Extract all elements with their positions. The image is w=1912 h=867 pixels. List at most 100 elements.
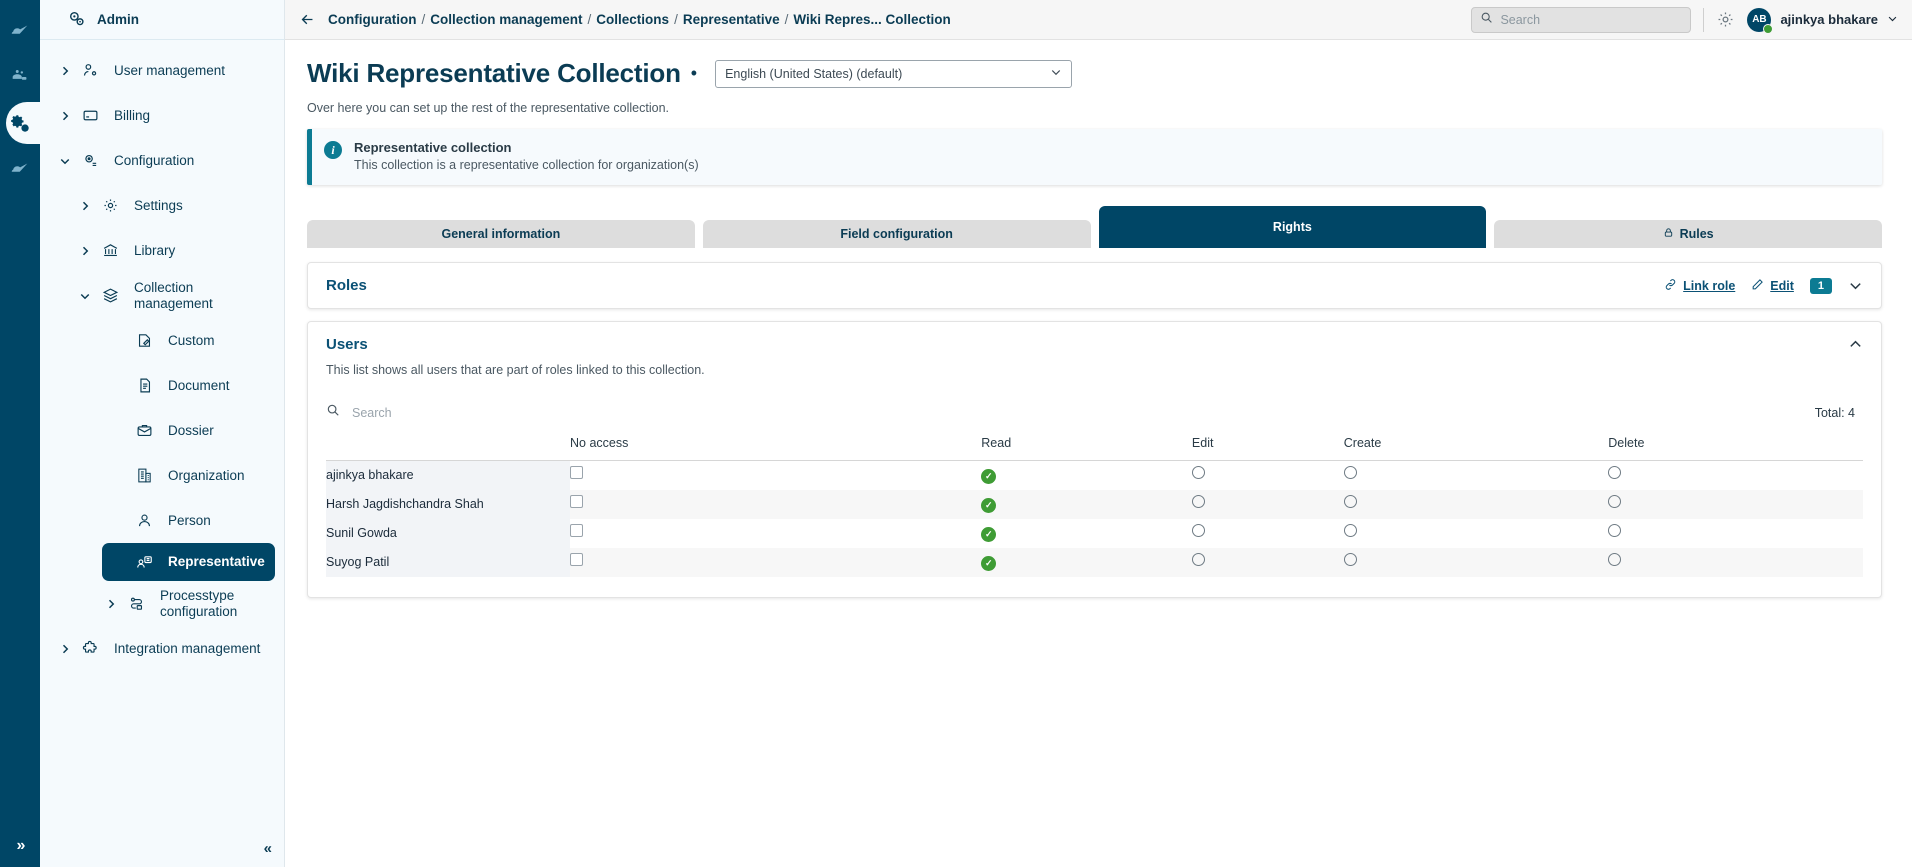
- edit-cell[interactable]: [1191, 461, 1344, 490]
- chevron-right-icon[interactable]: [100, 598, 122, 610]
- info-banner-text: This collection is a representative coll…: [354, 158, 699, 172]
- sidebar-item-custom[interactable]: Custom: [40, 318, 284, 363]
- no-access-cell[interactable]: [570, 519, 981, 548]
- rail-item-cloud[interactable]: [0, 8, 40, 54]
- roles-collapse-toggle[interactable]: [1848, 278, 1863, 293]
- delete-radio[interactable]: [1608, 466, 1622, 480]
- edit-radio[interactable]: [1191, 553, 1205, 566]
- global-search[interactable]: [1471, 6, 1692, 33]
- sidebar-item-organization[interactable]: Organization: [40, 453, 284, 498]
- tab-general-information[interactable]: General information: [307, 220, 695, 248]
- sidebar-item-document[interactable]: Document: [40, 363, 284, 408]
- no-access-checkbox[interactable]: [570, 553, 583, 566]
- chevron-down-icon[interactable]: [1050, 66, 1062, 81]
- sidebar-item-user-management[interactable]: User management: [40, 48, 284, 93]
- delete-radio[interactable]: [1608, 553, 1622, 566]
- edit-radio[interactable]: [1191, 495, 1205, 508]
- puzzle-icon: [76, 640, 104, 657]
- no-access-checkbox[interactable]: [570, 495, 583, 508]
- edit-radio[interactable]: [1191, 466, 1205, 480]
- breadcrumb-item-representative[interactable]: Representative: [683, 12, 780, 27]
- read-radio-selected[interactable]: ✓: [981, 556, 997, 571]
- chevron-right-icon[interactable]: [54, 110, 76, 122]
- delete-radio[interactable]: [1608, 524, 1622, 537]
- breadcrumb-item-collections[interactable]: Collections: [596, 12, 669, 27]
- create-cell[interactable]: [1343, 519, 1609, 548]
- rail-item-admin[interactable]: [0, 100, 41, 146]
- tab-field-configuration[interactable]: Field configuration: [702, 220, 1091, 248]
- sidebar-item-representative[interactable]: Representative: [102, 543, 275, 581]
- users-search-input[interactable]: [352, 405, 652, 420]
- read-cell[interactable]: ✓: [981, 461, 1192, 490]
- edit-cell[interactable]: [1191, 548, 1344, 577]
- create-radio[interactable]: [1343, 466, 1357, 480]
- tab-rules[interactable]: Rules: [1494, 220, 1882, 248]
- create-cell[interactable]: [1343, 490, 1609, 519]
- breadcrumb-separator: /: [587, 12, 592, 27]
- sidebar-item-integration-management[interactable]: Integration management: [40, 626, 284, 671]
- users-card-body: This list shows all users that are part …: [308, 363, 1881, 597]
- sidebar-item-dossier[interactable]: Dossier: [40, 408, 284, 453]
- back-arrow-icon[interactable]: [299, 11, 316, 28]
- gear-icon[interactable]: [1716, 10, 1735, 29]
- sidebar-item-label: Organization: [168, 467, 245, 483]
- read-cell[interactable]: ✓: [981, 548, 1192, 577]
- chevron-down-icon[interactable]: [1887, 13, 1898, 27]
- edit-roles-button[interactable]: Edit: [1751, 278, 1794, 294]
- create-radio[interactable]: [1343, 495, 1357, 508]
- edit-cell[interactable]: [1191, 519, 1344, 548]
- person-icon: [130, 512, 158, 529]
- rail-item-users[interactable]: [0, 54, 40, 100]
- no-access-checkbox[interactable]: [570, 466, 583, 480]
- breadcrumb-item-configuration[interactable]: Configuration: [328, 12, 416, 27]
- chevron-right-icon[interactable]: [54, 643, 76, 655]
- chevron-down-icon[interactable]: [74, 290, 96, 302]
- chevron-right-icon[interactable]: [54, 65, 76, 77]
- create-radio[interactable]: [1343, 553, 1357, 566]
- delete-cell[interactable]: [1608, 548, 1863, 577]
- link-role-button[interactable]: Link role: [1664, 278, 1735, 294]
- users-permission-table: No access Read Edit Create Delete ajinky…: [326, 436, 1863, 577]
- sidebar-item-processtype-configuration[interactable]: Processtype configuration: [40, 581, 284, 626]
- create-radio[interactable]: [1343, 524, 1357, 537]
- edit-cell[interactable]: [1191, 490, 1344, 519]
- chevron-right-icon[interactable]: [74, 200, 96, 212]
- no-access-cell[interactable]: [570, 490, 981, 519]
- sidebar-item-collection-management[interactable]: Collection management: [40, 273, 284, 318]
- delete-cell[interactable]: [1608, 461, 1863, 490]
- create-cell[interactable]: [1343, 548, 1609, 577]
- breadcrumb-item-collection-management[interactable]: Collection management: [430, 12, 582, 27]
- search-input[interactable]: [1500, 12, 1683, 27]
- sidebar-item-configuration[interactable]: Configuration: [40, 138, 284, 183]
- read-radio-selected[interactable]: ✓: [981, 498, 997, 513]
- users-collapse-toggle[interactable]: [1848, 337, 1863, 352]
- no-access-checkbox[interactable]: [570, 524, 583, 537]
- users-search[interactable]: [326, 403, 1815, 422]
- delete-radio[interactable]: [1608, 495, 1622, 508]
- chevron-down-icon[interactable]: [54, 155, 76, 167]
- breadcrumb-item-current[interactable]: Wiki Repres... Collection: [793, 12, 950, 27]
- delete-cell[interactable]: [1608, 519, 1863, 548]
- sidebar-item-person[interactable]: Person: [40, 498, 284, 543]
- read-radio-selected[interactable]: ✓: [981, 469, 997, 485]
- tab-rights[interactable]: Rights: [1098, 206, 1487, 248]
- read-cell[interactable]: ✓: [981, 519, 1192, 548]
- read-radio-selected[interactable]: ✓: [981, 527, 997, 542]
- language-select[interactable]: English (United States) (default): [715, 59, 1073, 88]
- delete-cell[interactable]: [1608, 490, 1863, 519]
- sidebar-item-settings[interactable]: Settings: [40, 183, 284, 228]
- chevron-right-icon[interactable]: [74, 245, 96, 257]
- no-access-cell[interactable]: [570, 461, 981, 490]
- rail-expand-button[interactable]: »: [0, 837, 40, 855]
- sidebar-item-billing[interactable]: Billing: [40, 93, 284, 138]
- no-access-cell[interactable]: [570, 548, 981, 577]
- create-cell[interactable]: [1343, 461, 1609, 490]
- user-name-cell: ajinkya bhakare: [326, 460, 570, 490]
- edit-radio[interactable]: [1191, 524, 1205, 537]
- user-menu[interactable]: AB ajinkya bhakare: [1747, 7, 1898, 34]
- rail-item-cloud-alt[interactable]: [0, 146, 40, 192]
- sidebar-item-library[interactable]: Library: [40, 228, 284, 273]
- sidebar-collapse-button[interactable]: «: [264, 840, 272, 857]
- read-cell[interactable]: ✓: [981, 490, 1192, 519]
- edit-roles-label: Edit: [1770, 278, 1794, 293]
